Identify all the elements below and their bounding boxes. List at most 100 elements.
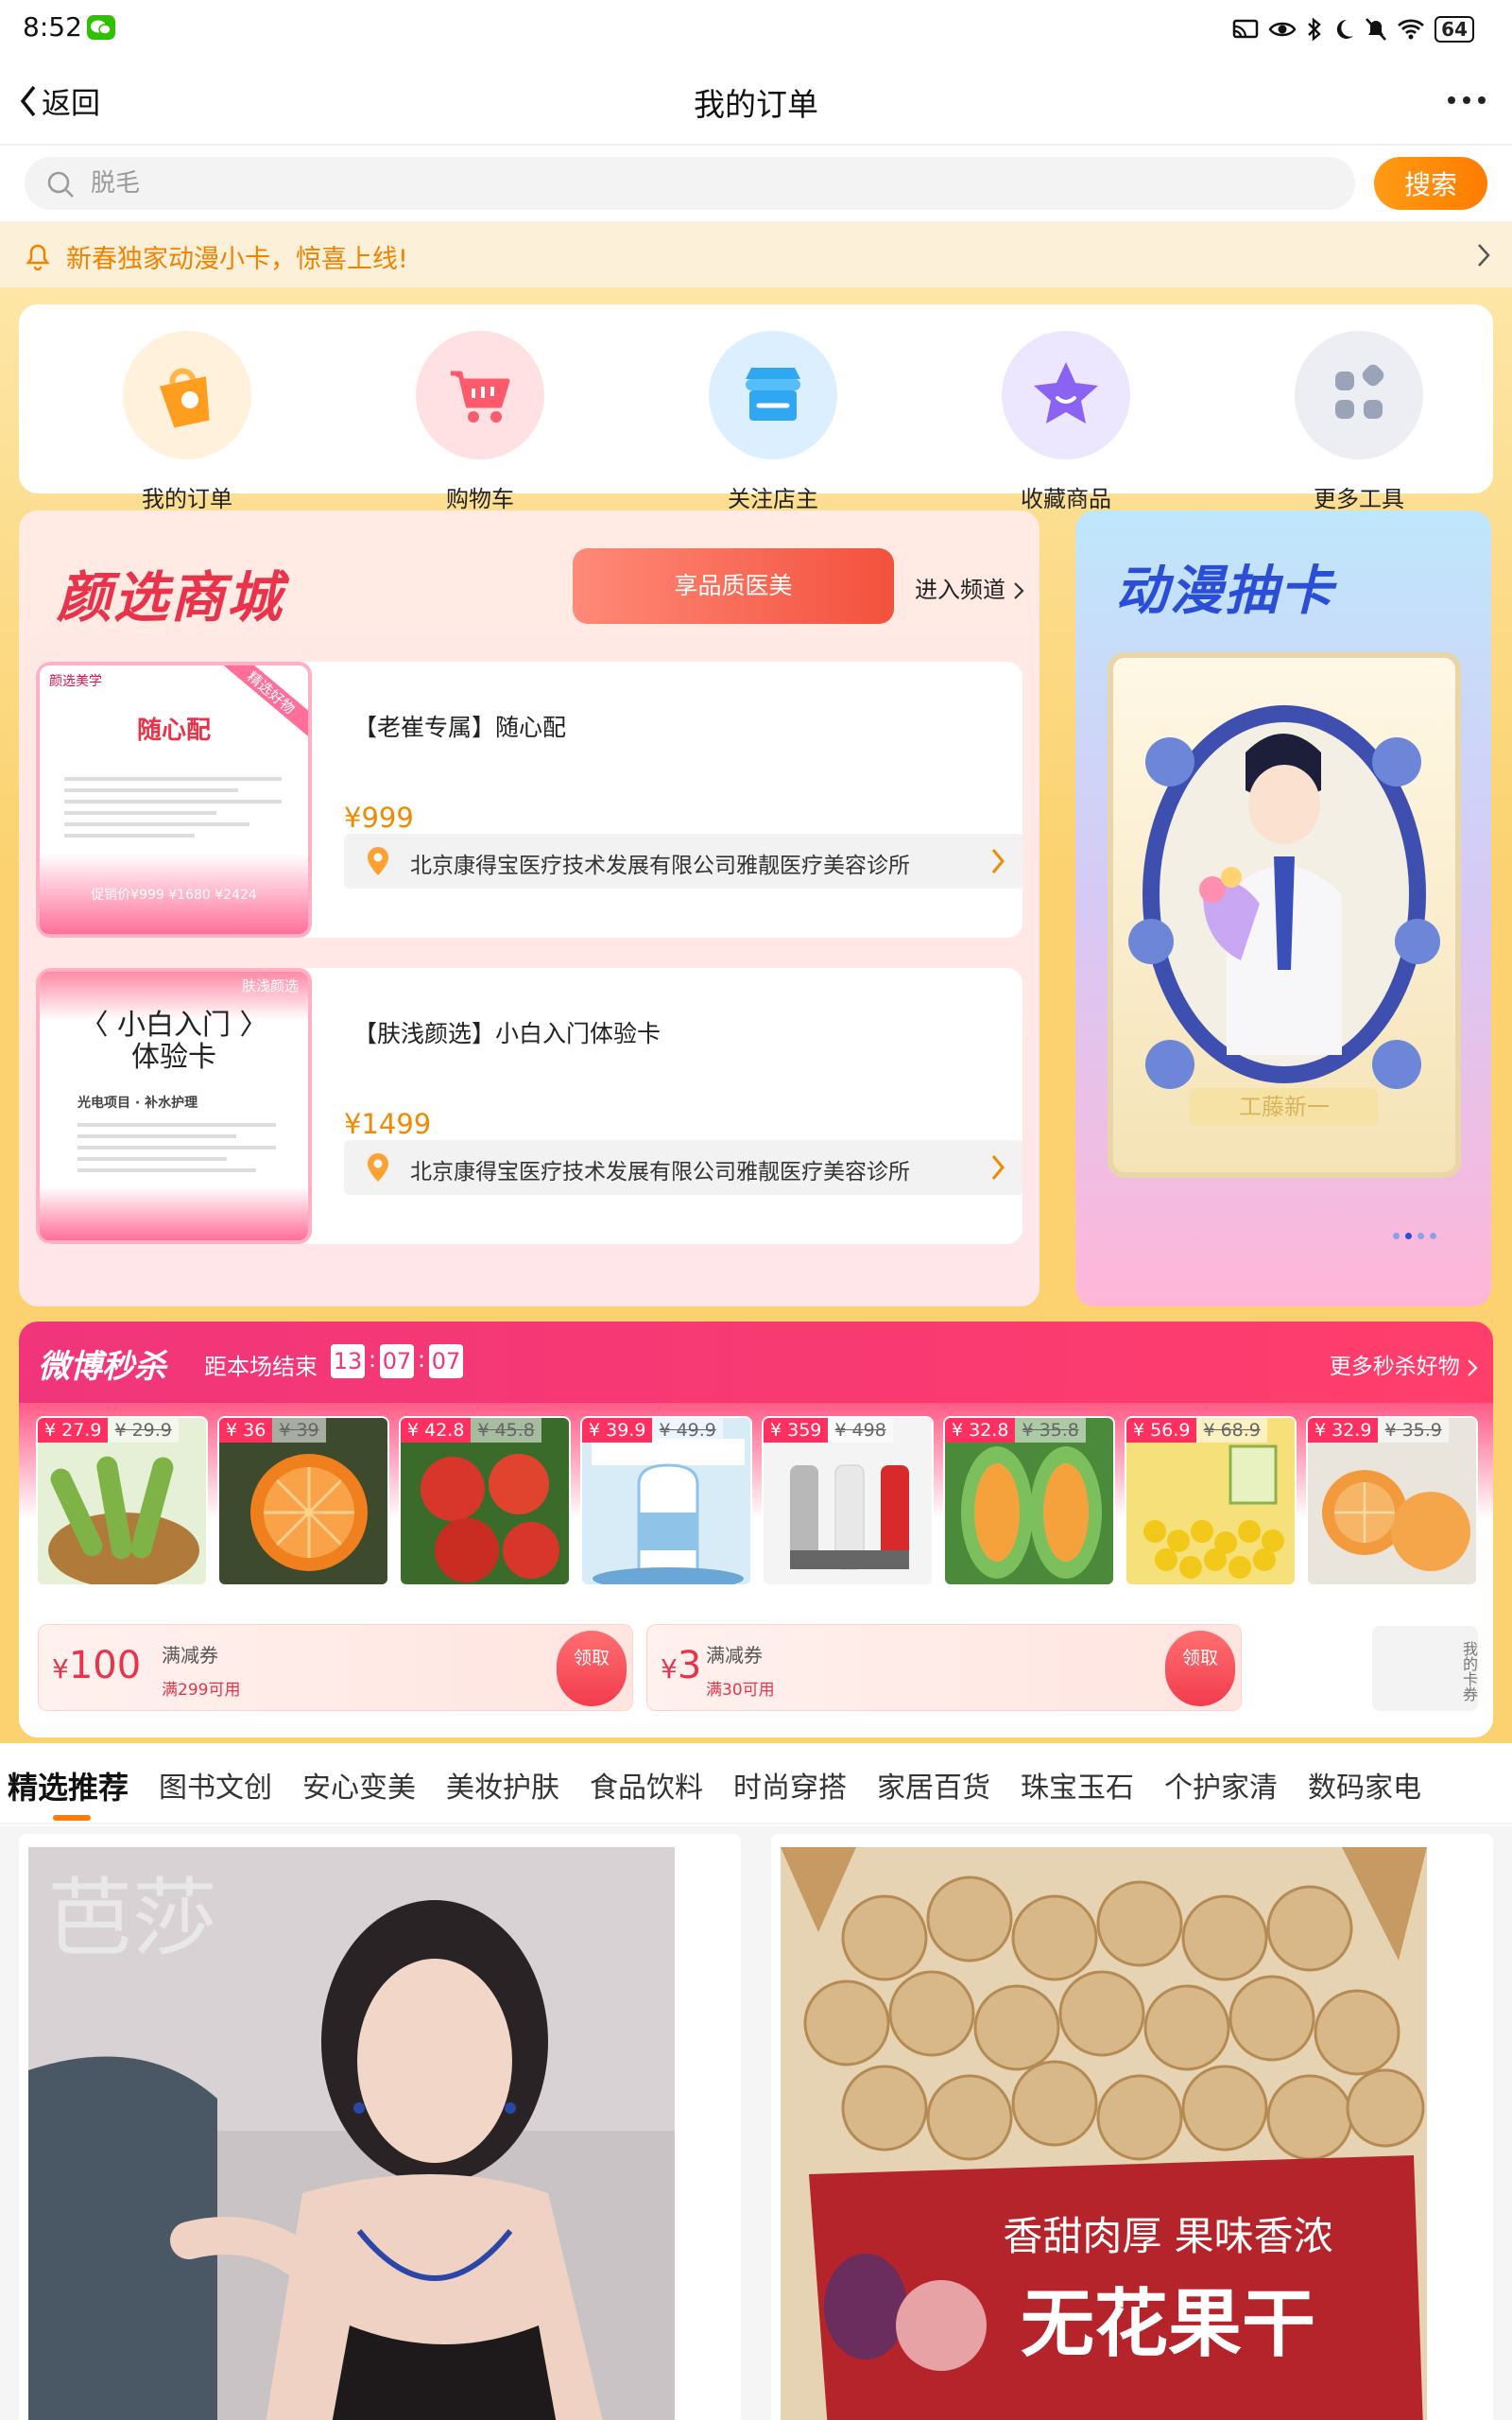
tab-books[interactable]: 图书文创	[159, 1764, 272, 1806]
tab-electronics[interactable]: 数码家电	[1308, 1764, 1421, 1806]
flash-original-price: ¥ 39	[272, 1418, 326, 1443]
carousel-dots	[1393, 1233, 1436, 1239]
feed-card-model[interactable]: 芭莎	[19, 1834, 741, 2420]
coupon-card[interactable]: ¥3 满减券 满30可用 领取	[646, 1624, 1242, 1711]
chevron-right-icon	[991, 1155, 1005, 1180]
claim-coupon-button[interactable]: 领取	[557, 1631, 627, 1706]
flash-item[interactable]: ¥ 359 ¥ 498	[762, 1416, 934, 1586]
tab-featured[interactable]: 精选推荐	[8, 1764, 129, 1807]
chevron-right-icon	[991, 849, 1005, 873]
notice-banner[interactable]: 新春独家动漫小卡，惊喜上线!	[0, 221, 1512, 287]
flash-item[interactable]: ¥ 32.8 ¥ 35.8	[943, 1416, 1115, 1586]
melon-icon	[945, 1418, 1113, 1584]
tab-home[interactable]: 家居百货	[877, 1764, 990, 1806]
tab-beauty-care[interactable]: 安心变美	[302, 1764, 416, 1806]
flash-sale-title: 微博秒杀	[38, 1348, 166, 1386]
anime-card-banner[interactable]: 动漫抽卡 工藤新一	[1075, 510, 1491, 1306]
countdown-hours: 13	[331, 1344, 365, 1378]
anime-title: 动漫抽卡	[1115, 561, 1334, 622]
star-icon	[1002, 331, 1130, 459]
flash-item[interactable]: ¥ 27.9 ¥ 29.9	[36, 1416, 208, 1586]
quick-tool-label: 更多工具	[1314, 486, 1404, 512]
quick-tool-follow-store[interactable]: 关注店主	[679, 304, 868, 513]
corn-icon	[1126, 1418, 1295, 1584]
grinder-icon	[764, 1418, 932, 1584]
flash-item[interactable]: ¥ 32.9 ¥ 35.9	[1306, 1416, 1478, 1586]
yogurt-icon	[582, 1418, 750, 1584]
category-tabs: 精选推荐 图书文创 安心变美 美妆护肤 食品饮料 时尚穿搭 家居百货 珠宝玉石 …	[0, 1745, 1512, 1824]
flash-price: ¥ 359	[764, 1418, 829, 1443]
tab-fashion[interactable]: 时尚穿搭	[733, 1764, 847, 1806]
product-price: ¥999	[344, 802, 414, 834]
quick-tool-favorites[interactable]: 收藏商品	[971, 304, 1160, 513]
countdown-seconds: 07	[429, 1344, 463, 1378]
thumb-headline: 随心配	[136, 717, 211, 745]
mall-pill-button[interactable]: 享品质医美	[573, 548, 894, 624]
flash-item[interactable]: ¥ 56.9 ¥ 68.9	[1125, 1416, 1297, 1586]
orange-icon	[219, 1418, 387, 1584]
search-button[interactable]: 搜索	[1374, 157, 1487, 210]
thumb-headline: 〈 小白入门 〉 体验卡	[79, 1009, 268, 1074]
search-icon	[47, 171, 74, 198]
moon-icon	[1337, 19, 1354, 39]
flash-item[interactable]: ¥ 42.8 ¥ 45.8	[399, 1416, 571, 1586]
feed-card-figs[interactable]: 香甜肉厚 果味香浓 无花果干	[771, 1834, 1493, 2420]
svg-text:香甜肉厚 果味香浓: 香甜肉厚 果味香浓	[1003, 2213, 1332, 2259]
quick-tool-more[interactable]: 更多工具	[1264, 304, 1453, 513]
flash-sale-header: 微博秒杀 距本场结束 13 : 07 : 07 更多秒杀好物	[19, 1322, 1493, 1403]
back-button[interactable]: 返回	[19, 79, 100, 122]
product-thumbnail: 肤浅颜选 〈 小白入门 〉 体验卡 光电项目 · 补水护理	[36, 968, 312, 1244]
claim-coupon-button[interactable]: 领取	[1165, 1631, 1235, 1706]
flash-price: ¥ 56.9	[1126, 1418, 1197, 1443]
flash-item[interactable]: ¥ 39.9 ¥ 49.9	[580, 1416, 752, 1586]
flash-price: ¥ 36	[219, 1418, 273, 1443]
coupon-condition: 满30可用	[706, 1681, 775, 1700]
product-card[interactable]: 颜选美学 精选好物 随心配 促销价¥999 ¥1680 ¥2424 【老崔专属】…	[36, 662, 1022, 938]
thumb-text: 光电项目 · 补水护理	[77, 1096, 198, 1111]
coupon-row: ¥100 满减券 满299可用 领取 ¥3 满减券 满30可用 领取 我的卡券	[19, 1613, 1493, 1724]
flash-item[interactable]: ¥ 36 ¥ 39	[217, 1416, 389, 1586]
grid-icon	[1295, 331, 1423, 459]
order-bag-icon	[123, 331, 251, 459]
svg-text:无花果干: 无花果干	[1021, 2282, 1315, 2367]
recommend-feed: 芭莎 香甜肉厚 果味香浓 无花果干	[0, 1826, 1512, 2420]
bell-icon	[26, 244, 50, 271]
back-label: 返回	[42, 87, 100, 121]
wifi-icon	[1398, 19, 1425, 40]
tangerine-icon	[1308, 1418, 1476, 1584]
tab-cosmetics[interactable]: 美妆护肤	[446, 1764, 559, 1806]
my-coupons-button[interactable]: 我的卡券	[1372, 1626, 1478, 1711]
quick-tool-label: 我的订单	[142, 486, 232, 512]
enter-channel-label: 进入频道	[915, 577, 1005, 603]
flash-price: ¥ 27.9	[38, 1418, 109, 1443]
flash-original-price: ¥ 29.9	[108, 1418, 179, 1443]
product-title: 【肤浅颜选】小白入门体验卡	[353, 1020, 662, 1047]
status-time: 8:52	[23, 11, 82, 43]
model-jewelry-photo: 芭莎	[28, 1847, 675, 2420]
flash-original-price: ¥ 35.9	[1378, 1418, 1449, 1443]
more-options-button[interactable]	[1448, 96, 1486, 104]
store-name: 北京康得宝医疗技术发展有限公司雅靓医疗美容诊所	[410, 854, 910, 878]
product-card[interactable]: 肤浅颜选 〈 小白入门 〉 体验卡 光电项目 · 补水护理 【肤浅颜选】小白入门…	[36, 968, 1022, 1244]
store-row[interactable]: 北京康得宝医疗技术发展有限公司雅靓医疗美容诊所	[344, 1140, 1022, 1195]
nav-bar: 我的订单 返回	[0, 59, 1512, 146]
search-input[interactable]	[91, 164, 1319, 202]
flash-price: ¥ 42.8	[401, 1418, 472, 1443]
flash-price: ¥ 32.9	[1308, 1418, 1379, 1443]
tab-food[interactable]: 食品饮料	[590, 1764, 703, 1806]
tab-personal-care[interactable]: 个护家清	[1164, 1764, 1278, 1806]
quick-tool-cart[interactable]: 购物车	[386, 304, 575, 513]
quick-tool-orders[interactable]: 我的订单	[93, 304, 282, 513]
mall-card: 颜选商城 享品质医美 进入频道 颜选美学 精选好物 随心配 促销价¥999 ¥1…	[19, 510, 1040, 1306]
store-row[interactable]: 北京康得宝医疗技术发展有限公司雅靓医疗美容诊所	[344, 834, 1022, 889]
countdown-minutes: 07	[380, 1344, 414, 1378]
flash-price: ¥ 39.9	[582, 1418, 653, 1443]
anime-card-image: 工藤新一	[1108, 652, 1461, 1178]
flash-sale-items: ¥ 27.9 ¥ 29.9 ¥ 36 ¥ 39 ¥ 42.8 ¥ 45.8 ¥ 39.…	[19, 1403, 1493, 1586]
enter-channel-link[interactable]: 进入频道	[915, 571, 1024, 604]
more-flash-sale-link[interactable]: 更多秒杀好物	[1330, 1348, 1478, 1380]
bluetooth-icon	[1308, 17, 1321, 42]
coupon-card[interactable]: ¥100 满减券 满299可用 领取	[38, 1624, 633, 1711]
cucumber-icon	[38, 1418, 206, 1584]
tab-jewelry[interactable]: 珠宝玉石	[1021, 1764, 1134, 1806]
